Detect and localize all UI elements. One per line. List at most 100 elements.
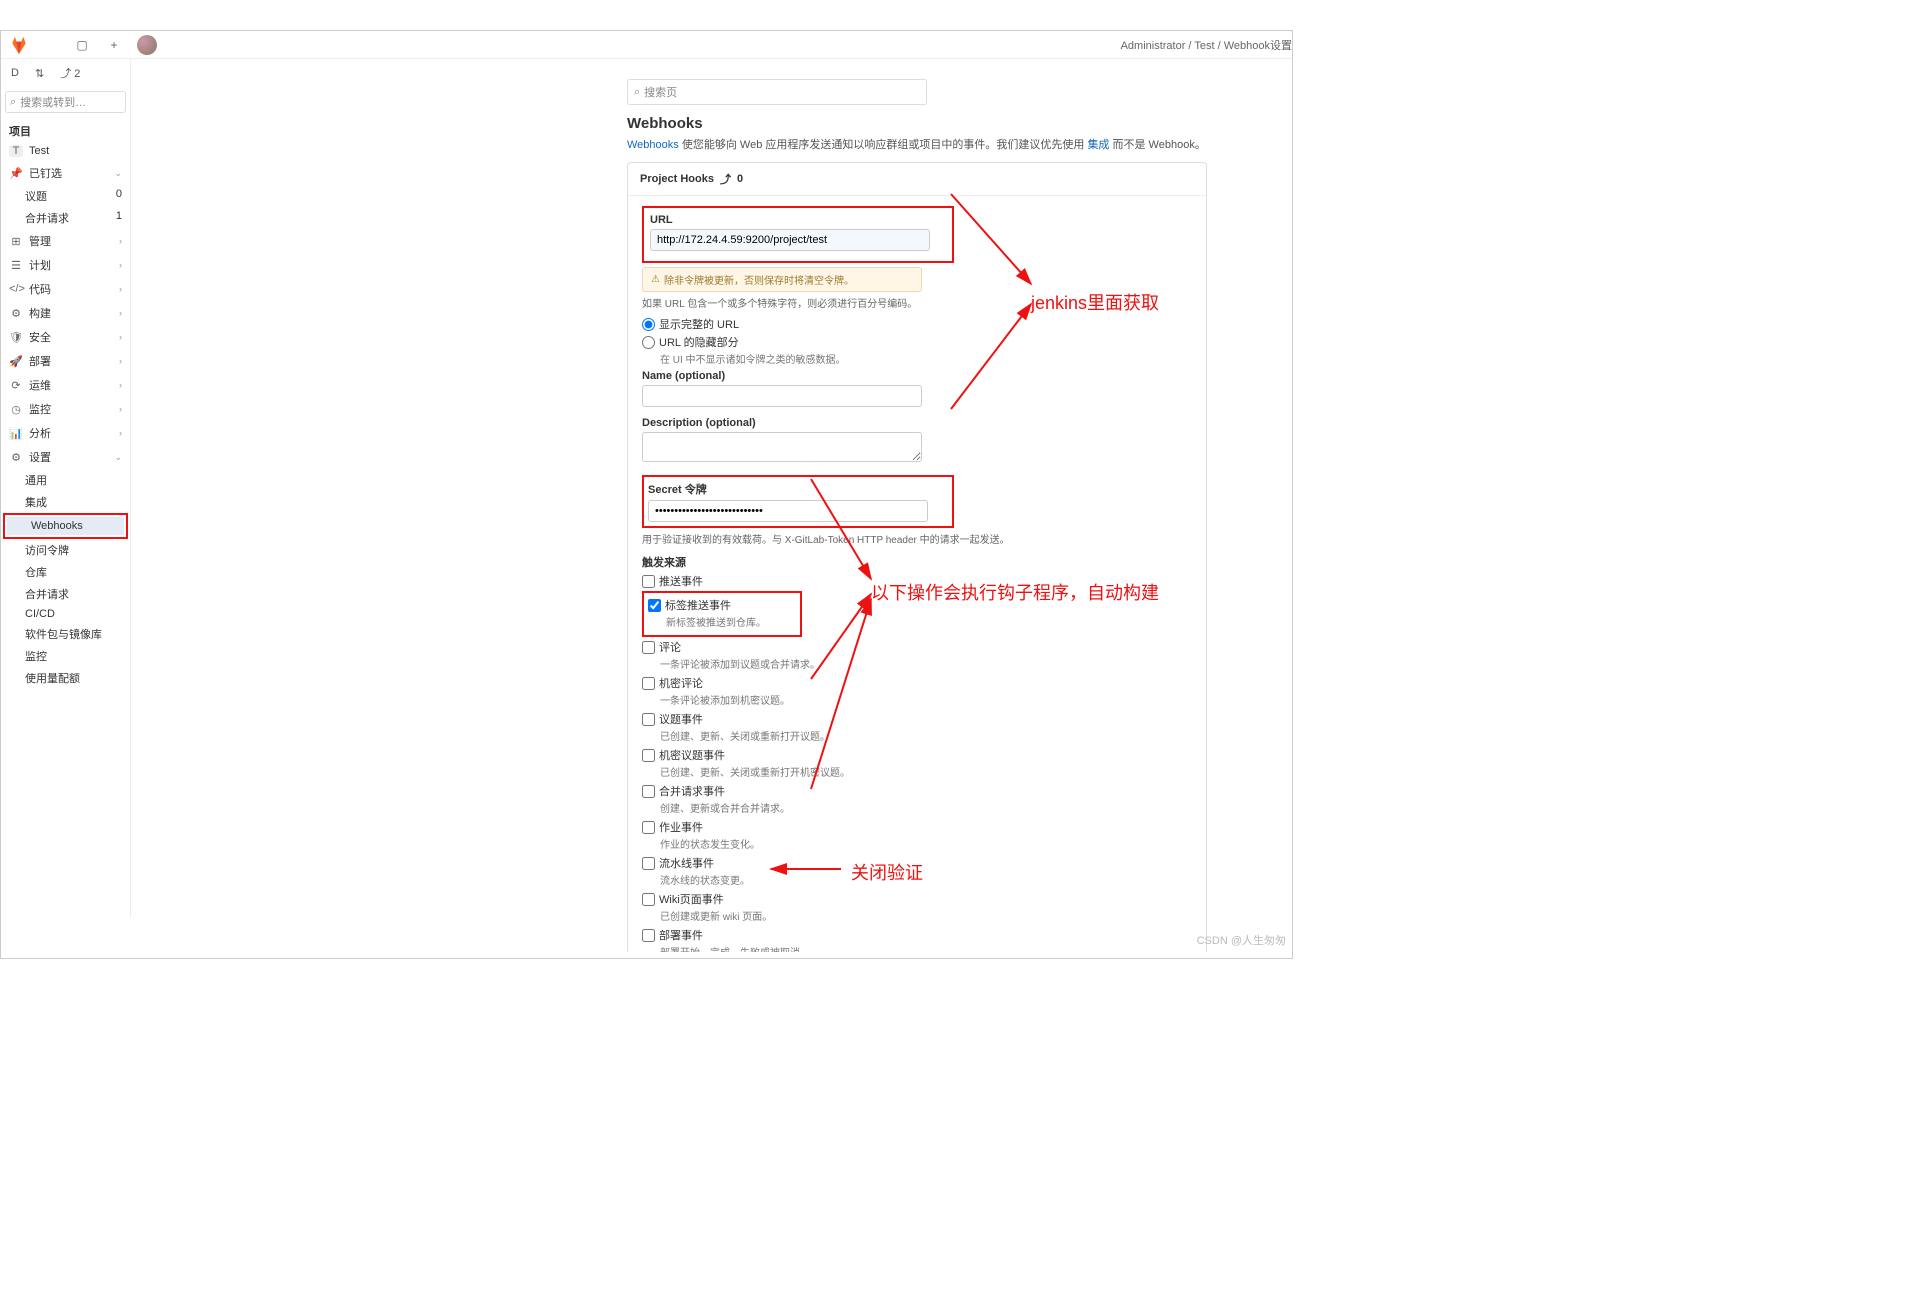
page-search[interactable]: ⌕ 搜索页: [627, 79, 927, 105]
warn-box: ⚠除非令牌被更新，否则保存时将清空令牌。: [642, 267, 922, 292]
integrations-link[interactable]: 集成: [1087, 139, 1109, 151]
trigger-checkbox[interactable]: [642, 821, 655, 834]
trigger-desc: 作业的状态发生变化。: [660, 836, 1192, 851]
nav-analyze[interactable]: 📊分析›: [1, 421, 130, 445]
trigger-checkbox[interactable]: [642, 929, 655, 942]
project-test[interactable]: T Test: [1, 141, 130, 161]
nav-plan[interactable]: ☰计划›: [1, 253, 130, 277]
trigger-row: 合并请求事件: [642, 783, 1192, 799]
breadcrumb-test[interactable]: Test: [1194, 40, 1214, 52]
avatar[interactable]: [137, 35, 157, 55]
nav-pinned[interactable]: 📌已钉选⌄: [1, 161, 130, 185]
radio-full-label: 显示完整的 URL: [659, 316, 739, 332]
sub-integrations[interactable]: 集成: [1, 491, 130, 513]
nav-deploy[interactable]: 🚀部署›: [1, 349, 130, 373]
trigger-checkbox[interactable]: [642, 857, 655, 870]
sidebar: D ⇅ ⤴ 2 ⌕ 搜索或转到… 项目 T Test 📌已钉选⌄ 议题0 合并请…: [1, 59, 131, 918]
sub-cicd[interactable]: CI/CD: [1, 605, 130, 623]
trigger-desc: 一条评论被添加到议题或合并请求。: [660, 656, 1192, 671]
page-title: Webhooks: [627, 115, 1207, 132]
trigger-checkbox[interactable]: [642, 785, 655, 798]
secret-label: Secret 令牌: [648, 481, 948, 497]
trigger-desc: 已创建或更新 wiki 页面。: [660, 908, 1192, 923]
section-title: 项目: [1, 117, 130, 141]
gitlab-logo-icon[interactable]: [9, 35, 29, 55]
nav-code[interactable]: </>代码›: [1, 277, 130, 301]
card-title: Project Hooks: [640, 173, 714, 185]
trigger-row: Wiki页面事件: [642, 891, 1192, 907]
nav-secure[interactable]: 🛡安全›: [1, 325, 130, 349]
trigger-label: 机密评论: [659, 675, 703, 691]
breadcrumb-webhook: Webhook设置: [1224, 40, 1292, 52]
sub-merges[interactable]: 合并请求1: [1, 207, 130, 229]
desc-input[interactable]: [642, 432, 922, 462]
radio-hidden-label: URL 的隐藏部分: [659, 334, 739, 350]
trigger-row: 流水线事件: [642, 855, 1192, 871]
radio-full-url[interactable]: [642, 318, 655, 331]
search-icon: ⌕: [10, 96, 16, 109]
trigger-label: 部署事件: [659, 927, 703, 943]
trigger-checkbox[interactable]: [642, 749, 655, 762]
tool-d[interactable]: D: [7, 63, 23, 83]
secret-input[interactable]: [648, 500, 928, 522]
sub-usage[interactable]: 使用量配额: [1, 667, 130, 689]
radio-hidden-url[interactable]: [642, 336, 655, 349]
sub-mr[interactable]: 合并请求: [1, 583, 130, 605]
trigger-label: 作业事件: [659, 819, 703, 835]
sub-issues[interactable]: 议题0: [1, 185, 130, 207]
trigger-label: 议题事件: [659, 711, 703, 727]
url-help: 如果 URL 包含一个或多个特殊字符，则必须进行百分号编码。: [642, 295, 1192, 310]
url-label: URL: [650, 214, 946, 226]
trigger-checkbox[interactable]: [642, 893, 655, 906]
file-icon[interactable]: ▢: [73, 36, 91, 54]
trigger-checkbox[interactable]: [642, 641, 655, 654]
main-content: ⌕ 搜索页 Webhooks Webhooks 使您能够向 Web 应用程序发送…: [131, 59, 1292, 952]
nav-manage[interactable]: ⊞管理›: [1, 229, 130, 253]
webhooks-link[interactable]: Webhooks: [627, 139, 679, 151]
trigger-label: 流水线事件: [659, 855, 714, 871]
desc-label: Description (optional): [642, 417, 1192, 429]
warning-icon: ⚠: [651, 274, 660, 285]
trigger-label: Wiki页面事件: [659, 891, 724, 907]
trigger-row: 作业事件: [642, 819, 1192, 835]
trigger-desc: 流水线的状态变更。: [660, 872, 1192, 887]
trigger-desc: 新标签被推送到仓库。: [666, 614, 796, 629]
trigger-checkbox[interactable]: [648, 599, 661, 612]
sub-webhooks[interactable]: Webhooks: [7, 517, 124, 535]
trigger-row: 评论: [642, 639, 1192, 655]
trigger-desc: 一条评论被添加到机密议题。: [660, 692, 1192, 707]
sub-general[interactable]: 通用: [1, 469, 130, 491]
nav-settings[interactable]: ⚙设置⌄: [1, 445, 130, 469]
tool-diff[interactable]: ⇅: [31, 63, 48, 83]
nav-monitor[interactable]: ◷监控›: [1, 397, 130, 421]
sidebar-search[interactable]: ⌕ 搜索或转到…: [5, 91, 126, 113]
sub-packages[interactable]: 软件包与镜像库: [1, 623, 130, 645]
chevron-down-icon: ⌄: [114, 452, 122, 463]
plus-icon[interactable]: +: [105, 36, 123, 54]
trigger-label: 标签推送事件: [665, 597, 731, 613]
trigger-row: 部署事件: [642, 927, 1192, 943]
hooks-count: 0: [737, 173, 743, 185]
url-input[interactable]: [650, 229, 930, 251]
trigger-checkbox[interactable]: [642, 677, 655, 690]
trigger-checkbox[interactable]: [642, 575, 655, 588]
search-icon: ⌕: [634, 86, 640, 99]
tool-mr[interactable]: ⤴ 2: [56, 63, 84, 83]
sub-tokens[interactable]: 访问令牌: [1, 539, 130, 561]
name-input[interactable]: [642, 385, 922, 407]
trigger-row: 议题事件: [642, 711, 1192, 727]
trigger-checkbox[interactable]: [642, 713, 655, 726]
chevron-down-icon: ⌄: [114, 168, 122, 179]
trigger-label: 评论: [659, 639, 681, 655]
page-subtitle: Webhooks 使您能够向 Web 应用程序发送通知以响应群组或项目中的事件。…: [627, 136, 1207, 152]
breadcrumb-admin[interactable]: Administrator: [1121, 40, 1186, 52]
nav-build[interactable]: ⚙构建›: [1, 301, 130, 325]
name-label: Name (optional): [642, 370, 1192, 382]
sub-repo[interactable]: 仓库: [1, 561, 130, 583]
radio2-desc: 在 UI 中不显示诸如令牌之类的敏感数据。: [660, 351, 1192, 366]
trigger-label: 机密议题事件: [659, 747, 725, 763]
sub-monitor[interactable]: 监控: [1, 645, 130, 667]
nav-operate[interactable]: ⟳运维›: [1, 373, 130, 397]
trigger-row: 机密议题事件: [642, 747, 1192, 763]
trigger-desc: 部署开始、完成、失败或被取消。: [660, 944, 1192, 952]
